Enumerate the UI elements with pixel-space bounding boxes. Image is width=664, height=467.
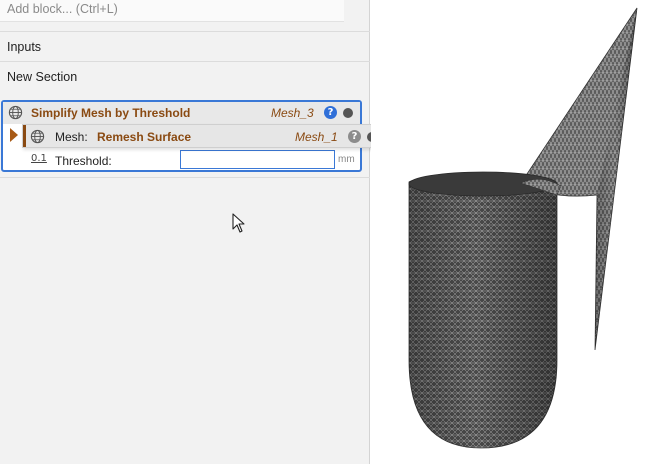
input-mesh-ref: Mesh_1 xyxy=(295,130,338,144)
mesh-render[interactable] xyxy=(371,0,664,464)
help-icon[interactable]: ? xyxy=(348,130,361,143)
block-header[interactable]: Simplify Mesh by Threshold Mesh_3 ? xyxy=(3,102,360,124)
cylinder-mesh xyxy=(408,171,558,449)
section-inputs[interactable]: Inputs xyxy=(7,40,41,54)
divider xyxy=(0,177,370,178)
globe-icon xyxy=(30,129,45,144)
block-title: Simplify Mesh by Threshold xyxy=(31,106,191,120)
threshold-unit: mm xyxy=(338,154,355,165)
mesh-input-row[interactable]: Mesh: Remesh Surface Mesh_1 ? xyxy=(22,124,386,148)
blocks-panel: Add block... (Ctrl+L) Inputs New Section… xyxy=(0,0,370,464)
threshold-input[interactable] xyxy=(180,150,335,169)
number-icon: 0.1 xyxy=(31,153,47,164)
add-block-input[interactable]: Add block... (Ctrl+L) xyxy=(0,0,344,22)
divider xyxy=(0,61,370,62)
output-mesh-ref: Mesh_3 xyxy=(271,106,314,120)
section-new-section[interactable]: New Section xyxy=(7,70,77,84)
threshold-label: Threshold: xyxy=(55,154,112,168)
mesh-label: Mesh: xyxy=(55,130,88,144)
expand-arrow-icon[interactable] xyxy=(10,128,18,142)
mesh-row-accent xyxy=(23,125,26,147)
divider xyxy=(0,31,370,32)
mesh-source-link[interactable]: Remesh Surface xyxy=(97,130,191,144)
3d-viewport[interactable] xyxy=(371,0,664,464)
globe-icon xyxy=(8,105,23,120)
mouse-cursor-icon xyxy=(232,213,245,233)
status-dot-icon[interactable] xyxy=(343,108,353,118)
help-icon[interactable]: ? xyxy=(324,106,337,119)
